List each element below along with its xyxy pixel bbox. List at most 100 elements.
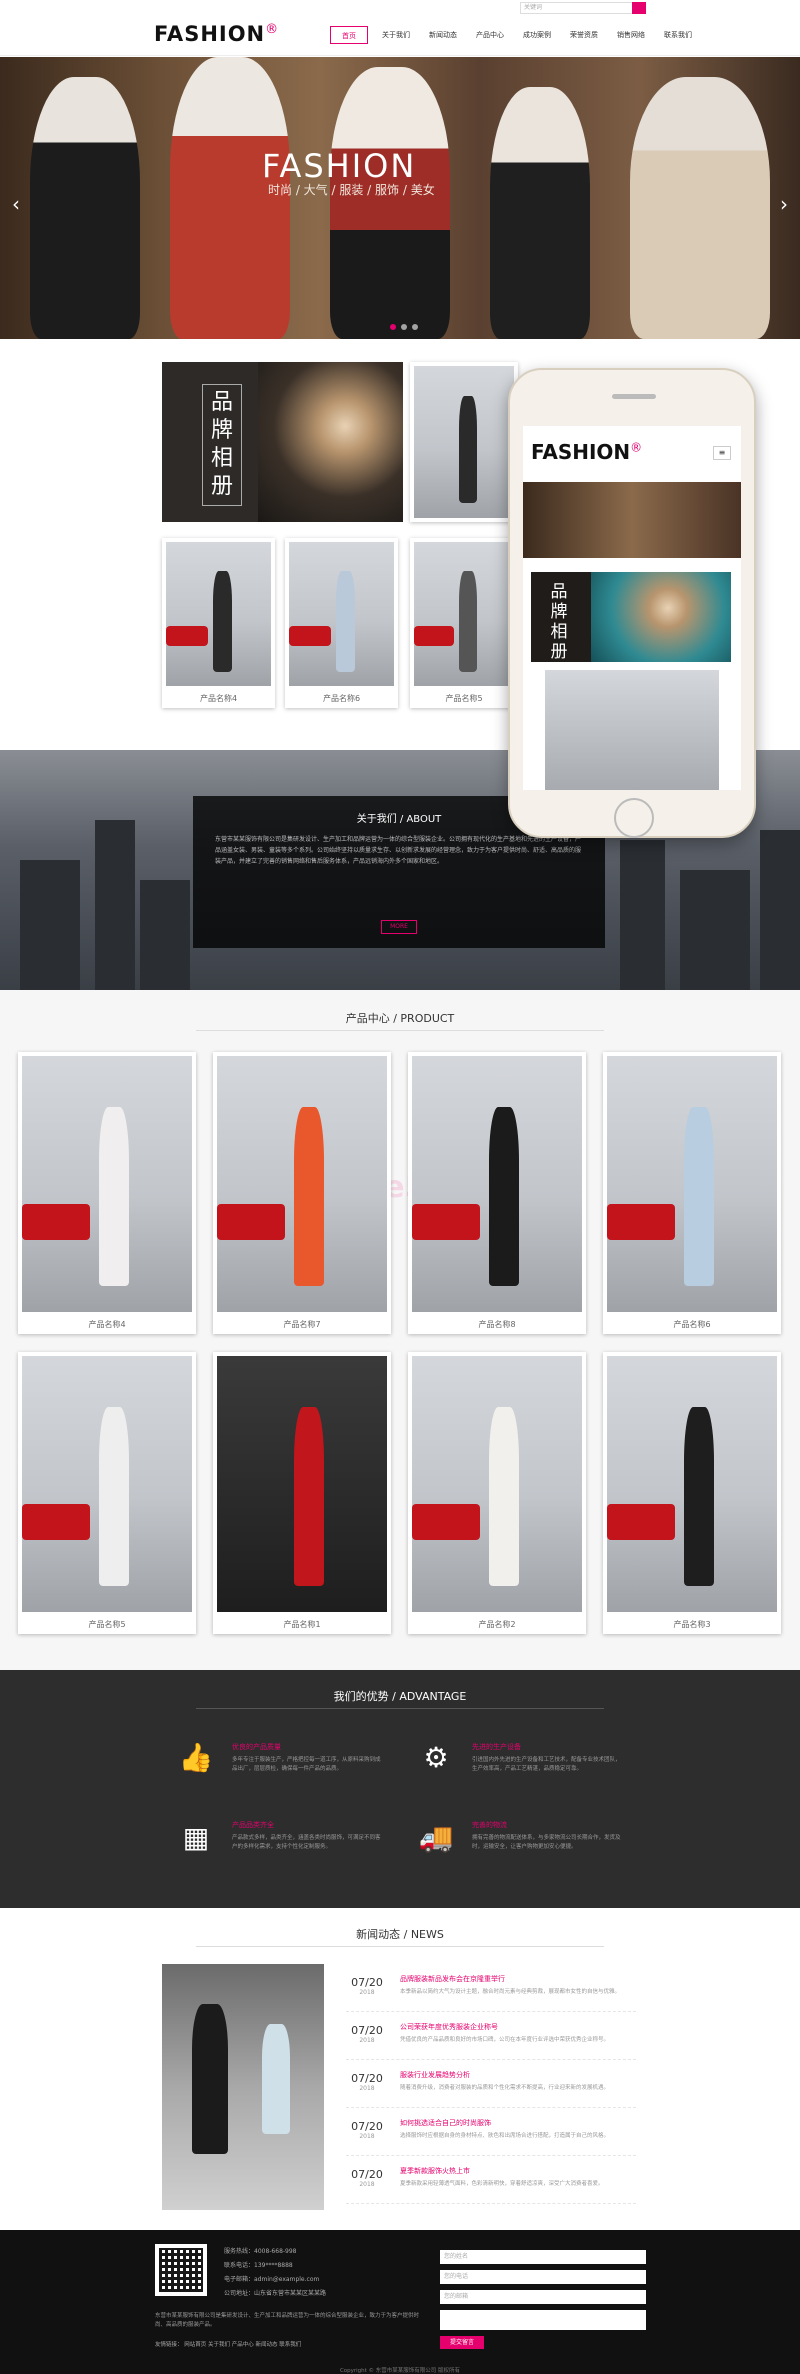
news-desc: 选择服饰时应根据自身的身材特点、肤色和出席场合进行搭配，打造属于自己的风格。 <box>400 2133 610 2139</box>
banner-dot[interactable] <box>390 324 396 330</box>
advantage-title: 完善的物流 <box>472 1821 507 1829</box>
nav-item-news[interactable]: 新闻动态 <box>424 26 462 44</box>
site-logo[interactable]: FASHION® <box>154 22 279 46</box>
news-desc: 本季新品以简约大气为设计主题，融合时尚元素与经典剪裁，展现都市女性的自信与优雅。 <box>400 1989 621 1995</box>
product-card[interactable]: 产品名称6 <box>603 1052 781 1334</box>
news-title[interactable]: 服装行业发展趋势分析 <box>400 2070 470 2080</box>
news-item[interactable]: 07/20 2018 如何挑选适合自己的时尚服饰 选择服饰时应根据自身的身材特点、肤色… <box>346 2114 636 2156</box>
news-photo[interactable] <box>162 1964 324 2210</box>
nav-item-honors[interactable]: 荣誉资质 <box>565 26 603 44</box>
nav-item-contact[interactable]: 联系我们 <box>659 26 697 44</box>
product-image <box>607 1056 777 1312</box>
product-name: 产品名称8 <box>478 1320 516 1329</box>
product-card[interactable]: 产品名称7 <box>213 1052 391 1334</box>
phone-product-image <box>545 670 719 790</box>
news-date-year: 2018 <box>359 2133 375 2140</box>
section-divider <box>196 1030 604 1031</box>
city-building <box>20 860 80 990</box>
nav-item-sales[interactable]: 销售网络 <box>612 26 650 44</box>
news-date-year: 2018 <box>359 2037 375 2044</box>
product-image <box>412 1056 582 1312</box>
nav-item-cases[interactable]: 成功案例 <box>518 26 556 44</box>
banner-prev-icon[interactable]: ‹ <box>12 192 20 216</box>
news-item[interactable]: 07/20 2018 公司荣获年度优秀服装企业称号 凭借优良的产品品质和良好的市场口碑… <box>346 2018 636 2060</box>
news-title[interactable]: 品牌服装新品发布会在京隆重举行 <box>400 1974 505 1984</box>
product-card[interactable]: 产品名称4 <box>18 1052 196 1334</box>
boxes-icon: ▦ <box>182 1821 210 1854</box>
product-card[interactable]: 产品名称2 <box>408 1352 586 1634</box>
news-title[interactable]: 公司荣获年度优秀服装企业称号 <box>400 2022 498 2032</box>
news-date-year: 2018 <box>359 2085 375 2092</box>
phone-field[interactable]: 您的电话 <box>440 2270 646 2284</box>
news-date: 07/20 2018 <box>346 2072 388 2092</box>
brand-album-card[interactable]: 品牌相册 <box>162 362 403 522</box>
product-section: 产品中心 / PRODUCT Code58·C 产品名称4 产品名称7 产品名称8 产… <box>0 990 800 1670</box>
submit-button[interactable]: 提交留言 <box>440 2336 484 2349</box>
footer-links[interactable]: 友情链接： 网站首页 关于我们 产品中心 新闻动态 联系我们 <box>155 2340 301 2348</box>
city-building <box>620 840 665 990</box>
banner-subtitle: 时尚 / 大气 / 服装 / 服饰 / 美女 <box>268 183 435 197</box>
news-desc: 随着消费升级，消费者对服装的品质和个性化需求不断提高，行业迎来新的发展机遇。 <box>400 2085 610 2091</box>
news-date-year: 2018 <box>359 1989 375 1996</box>
product-name: 产品名称5 <box>88 1620 126 1629</box>
banner-mannequin <box>490 87 590 339</box>
truck-icon: 🚚 <box>418 1821 454 1854</box>
name-field[interactable]: 您的姓名 <box>440 2250 646 2264</box>
search-input[interactable]: 关键词 <box>520 2 646 14</box>
showcase-product-card[interactable] <box>410 362 518 522</box>
product-name: 产品名称1 <box>283 1620 321 1629</box>
advantage-section-title: 我们的优势 / ADVANTAGE <box>333 1690 467 1703</box>
phone-brand-photo <box>591 572 731 662</box>
phone-brand-label: 品牌相册 <box>550 582 568 662</box>
advantage-text: 产品款式多样，品类齐全，涵盖各类时尚服饰，可满足不同客户的多样化需求，支持个性化… <box>232 1835 381 1850</box>
product-card[interactable]: 产品名称1 <box>213 1352 391 1634</box>
nav-item-about[interactable]: 关于我们 <box>377 26 415 44</box>
nav-item-home[interactable]: 首页 <box>330 26 368 44</box>
news-title[interactable]: 夏季新款服饰火热上市 <box>400 2166 470 2176</box>
banner-mannequin <box>30 77 140 339</box>
banner-dot[interactable] <box>401 324 407 330</box>
nav-item-products[interactable]: 产品中心 <box>471 26 509 44</box>
qr-code <box>155 2244 207 2296</box>
copyright-text: Copyright © 东营市某某服饰有限公司 版权所有 <box>339 2368 461 2374</box>
phone-home-button <box>614 798 654 838</box>
phone-brand-card: 品牌相册 <box>531 572 731 662</box>
banner-dot[interactable] <box>412 324 418 330</box>
search-button[interactable] <box>632 2 646 14</box>
news-date-md: 07/20 <box>351 1976 383 1989</box>
news-date: 07/20 2018 <box>346 1976 388 1996</box>
showcase-product-card[interactable]: 产品名称6 <box>285 538 398 708</box>
email-field[interactable]: 您的邮箱 <box>440 2290 646 2304</box>
banner-next-icon[interactable]: › <box>780 192 788 216</box>
message-field[interactable] <box>440 2310 646 2330</box>
news-date-md: 07/20 <box>351 2168 383 2181</box>
news-item[interactable]: 07/20 2018 服装行业发展趋势分析随着消费升级，消费者对服装的品质和个性化需… <box>346 2066 636 2108</box>
banner-mannequin <box>170 57 290 339</box>
product-name: 产品名称2 <box>478 1620 516 1629</box>
news-title[interactable]: 如何挑选适合自己的时尚服饰 <box>400 2118 491 2128</box>
section-divider <box>196 1946 604 1947</box>
showcase-product-card[interactable]: 产品名称4 <box>162 538 275 708</box>
product-card[interactable]: 产品名称8 <box>408 1052 586 1334</box>
advantage-title: 产品品类齐全 <box>232 1821 274 1829</box>
product-name: 产品名称4 <box>199 694 238 703</box>
news-item[interactable]: 07/20 2018 品牌服装新品发布会在京隆重举行本季新品以简约大气为设计主题，融… <box>346 1970 636 2012</box>
banner-title: FASHION <box>262 147 417 185</box>
news-desc: 夏季新款采用轻薄透气面料，色彩清新明快，穿着舒适凉爽，深受广大消费者喜爱。 <box>400 2181 604 2187</box>
product-image <box>217 1056 387 1312</box>
advantage-text: 引进国内外先进的生产设备和工艺技术，配备专业技术团队，生产效率高，产品工艺精湛，… <box>472 1757 621 1772</box>
product-name: 产品名称6 <box>322 694 361 703</box>
city-building <box>140 880 190 990</box>
thumbs-up-icon: 👍 <box>178 1741 214 1774</box>
phone-banner <box>523 482 741 558</box>
menu-icon[interactable]: ≡ <box>713 446 731 460</box>
footer-hotline: 服务热线：4008-668-998 <box>224 2248 297 2255</box>
showcase-product-card[interactable]: 产品名称5 <box>410 538 518 708</box>
news-date: 07/20 2018 <box>346 2024 388 2044</box>
footer-address: 公司地址：山东省东营市某某区某某路 <box>224 2290 327 2297</box>
product-card[interactable]: 产品名称5 <box>18 1352 196 1634</box>
about-more-button[interactable]: MORE <box>381 920 417 934</box>
advantage-text: 多年专注于服装生产，严格把控每一道工序，从原料采购到成品出厂，层层质检，确保每一… <box>232 1757 381 1772</box>
product-card[interactable]: 产品名称3 <box>603 1352 781 1634</box>
news-item[interactable]: 07/20 2018 夏季新款服饰火热上市 夏季新款采用轻薄透气面料，色彩清新明快，穿… <box>346 2162 636 2204</box>
